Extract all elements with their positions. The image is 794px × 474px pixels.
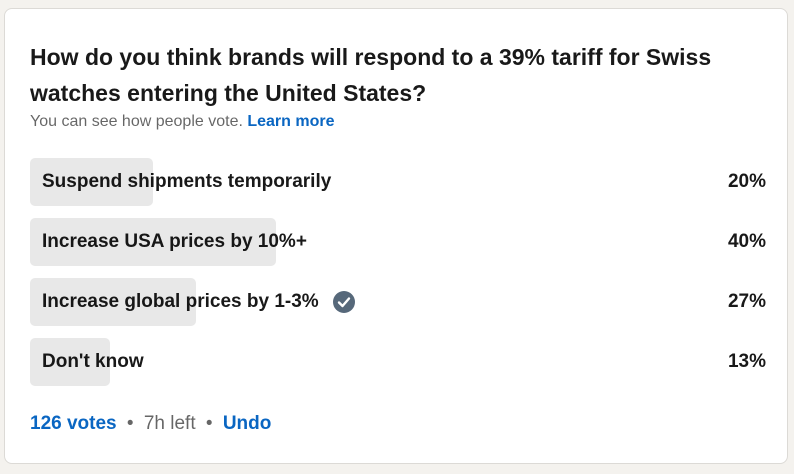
option-percent: 13% [727,351,766,372]
option-label-text: Increase USA prices by 10%+ [42,231,307,252]
poll-option-2[interactable]: Increase USA prices by 10%+ 40% [30,218,766,266]
option-label-text: Don't know [42,351,144,372]
undo-button[interactable]: Undo [223,413,272,434]
time-left: 7h left [143,413,196,434]
poll-card: How do you think brands will respond to … [4,8,788,464]
check-circle-icon [332,291,355,313]
option-percent: 20% [727,171,766,192]
votes-count-link[interactable]: 126 votes [30,413,117,434]
separator-dot: • [126,413,134,434]
option-label-text: Suspend shipments temporarily [42,171,332,192]
poll-option-1[interactable]: Suspend shipments temporarily 20% [30,158,766,206]
option-percent: 27% [727,291,766,312]
option-label: Increase USA prices by 10%+ [42,218,307,266]
poll-option-4[interactable]: Don't know 13% [30,338,766,386]
poll-question: How do you think brands will respond to … [30,44,712,106]
option-label: Don't know [42,338,144,386]
option-percent: 40% [727,231,766,252]
visibility-text: You can see how people vote. [30,113,243,130]
option-label: Increase global prices by 1-3% [42,278,355,326]
option-label-text: Increase global prices by 1-3% [42,291,319,312]
option-label: Suspend shipments temporarily [42,158,331,206]
visibility-note: You can see how people vote. Learn more [30,113,335,131]
separator-dot: • [205,413,213,434]
poll-option-3[interactable]: Increase global prices by 1-3% 27% [30,278,766,326]
poll-footer: 126 votes • 7h left • Undo [30,413,271,435]
learn-more-link[interactable]: Learn more [247,113,334,130]
